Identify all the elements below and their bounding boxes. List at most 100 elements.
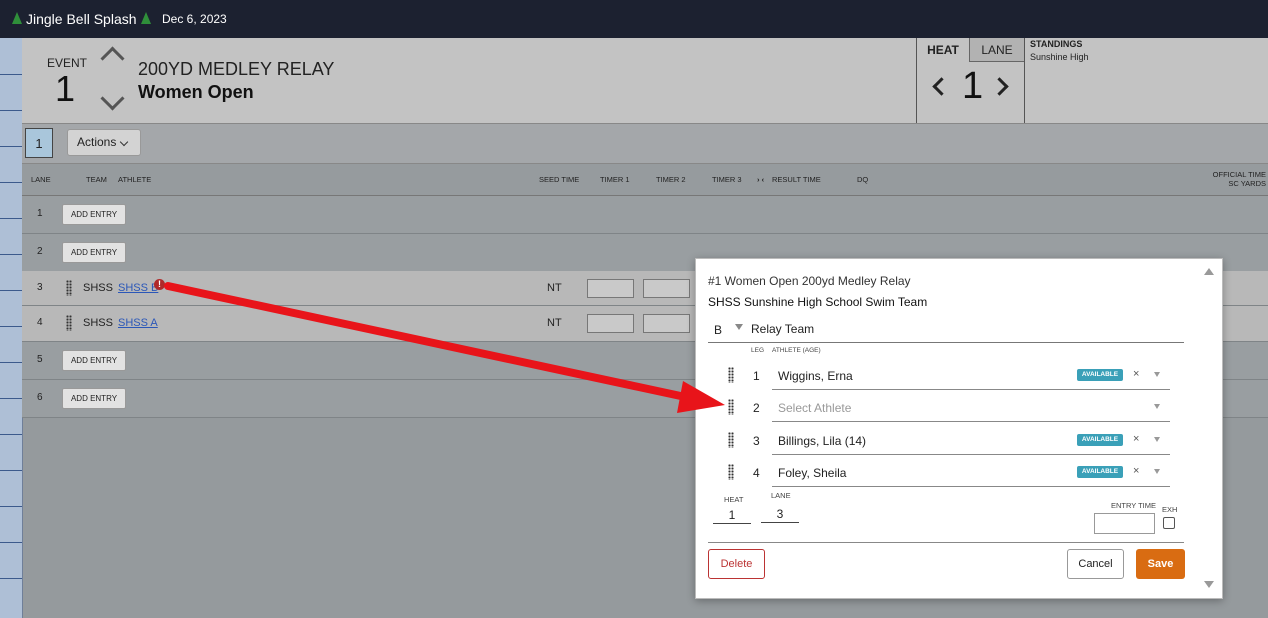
exhibition-checkbox[interactable] <box>1163 517 1175 529</box>
lane-input[interactable]: 3 <box>761 507 799 523</box>
actions-button[interactable]: Actions <box>67 129 141 156</box>
status-badge: AVAILABLE <box>1077 369 1123 381</box>
relay-link[interactable]: SHSS A <box>118 317 158 329</box>
leg-number: 3 <box>753 434 760 448</box>
dialog-title: #1 Women Open 200yd Medley Relay <box>708 274 911 288</box>
lane-row-1: 1 ADD ENTRY <box>22 196 1268 234</box>
clear-icon[interactable]: × <box>1133 465 1139 477</box>
timer1-input[interactable] <box>587 279 634 298</box>
athlete-select[interactable]: Select Athlete <box>772 393 1170 422</box>
warning-icon: ! <box>154 279 165 290</box>
relay-label: Relay Team <box>751 322 815 336</box>
heat-input[interactable]: 1 <box>713 508 751 524</box>
event-header: EVENT 1 200YD MEDLEY RELAY Women Open HE… <box>22 38 1268 124</box>
col-team: TEAM <box>86 175 107 184</box>
seed-time: NT <box>547 317 562 329</box>
event-name: 200YD MEDLEY RELAY <box>138 59 335 79</box>
timer1-input[interactable] <box>587 314 634 333</box>
drag-handle-icon[interactable] <box>728 367 734 383</box>
timer2-input[interactable] <box>643 314 690 333</box>
meet-name: Jingle Bell Splash <box>26 11 137 27</box>
drag-handle-icon[interactable] <box>728 464 734 480</box>
column-headers: LANE TEAM ATHLETE SEED TIME TIMER 1 TIME… <box>22 164 1268 196</box>
caret-down-icon[interactable] <box>1154 469 1160 474</box>
tab-heat[interactable]: HEAT <box>917 38 969 62</box>
leg-row-3: 3 Billings, Lila (14) AVAILABLE × <box>708 426 1184 458</box>
leg-row-2: 2 Select Athlete <box>708 393 1184 425</box>
standings-team: Sunshine High <box>1030 52 1089 62</box>
drag-handle-icon[interactable] <box>66 315 72 331</box>
athlete-placeholder: Select Athlete <box>778 401 852 415</box>
col-timer2: TIMER 2 <box>656 175 686 184</box>
relay-team-select[interactable]: B Relay Team <box>708 318 1184 343</box>
athlete-name: Billings, Lila (14) <box>778 434 867 448</box>
add-entry-button[interactable]: ADD ENTRY <box>62 350 126 371</box>
lane-number: 4 <box>37 317 43 328</box>
add-entry-button[interactable]: ADD ENTRY <box>62 204 126 225</box>
timer2-input[interactable] <box>643 279 690 298</box>
event-up-chevron-icon[interactable] <box>100 46 125 71</box>
heat-label: HEAT <box>724 495 744 504</box>
chevron-down-icon <box>119 137 129 147</box>
scroll-down-arrow-icon[interactable] <box>1204 581 1214 588</box>
scroll-up-arrow-icon[interactable] <box>1204 268 1214 275</box>
clear-icon[interactable]: × <box>1133 433 1139 445</box>
event-subtitle: Women Open <box>138 82 254 102</box>
event-down-chevron-icon[interactable] <box>100 86 125 111</box>
top-bar: Jingle Bell Splash Dec 6, 2023 <box>0 0 1268 38</box>
actions-label: Actions <box>77 135 117 149</box>
relay-entry-dialog: #1 Women Open 200yd Medley Relay SHSS Su… <box>695 258 1223 599</box>
cancel-button[interactable]: Cancel <box>1067 549 1124 579</box>
athlete-header: ATHLETE (AGE) <box>772 347 821 354</box>
meet-date: Dec 6, 2023 <box>162 12 227 26</box>
caret-down-icon[interactable] <box>1154 372 1160 377</box>
caret-down-icon[interactable] <box>1154 404 1160 409</box>
leg-row-4: 4 Foley, Sheila AVAILABLE × <box>708 458 1184 490</box>
tab-lane[interactable]: LANE <box>969 38 1024 62</box>
athlete-name: Wiggins, Erna <box>778 369 853 383</box>
relay-letter: B <box>714 323 723 337</box>
divider <box>708 542 1184 543</box>
relay-link[interactable]: SHSS B <box>118 282 158 294</box>
leg-number: 1 <box>753 369 760 383</box>
col-timer1: TIMER 1 <box>600 175 630 184</box>
caret-down-icon[interactable] <box>1154 437 1160 442</box>
heat-number: 1 <box>962 65 984 107</box>
col-result-time: RESULT TIME <box>772 175 821 184</box>
drag-handle-icon[interactable] <box>66 280 72 296</box>
entry-time-input[interactable] <box>1094 513 1155 534</box>
delete-button[interactable]: Delete <box>708 549 765 579</box>
col-athlete: ATHLETE <box>118 175 152 184</box>
entry-time-label: ENTRY TIME <box>1111 501 1157 510</box>
lane-number: 1 <box>37 208 43 219</box>
heat-tab-1[interactable]: 1 <box>25 128 53 158</box>
heat-toolbar: 1 Actions <box>22 124 1268 164</box>
caret-down-icon <box>735 324 743 330</box>
heat-next-chevron-icon[interactable] <box>990 77 1009 96</box>
drag-handle-icon[interactable] <box>728 432 734 448</box>
col-timer3: TIMER 3 <box>712 175 742 184</box>
leg-number: 2 <box>753 401 760 415</box>
team-code: SHSS <box>83 282 113 294</box>
leg-row-1: 1 Wiggins, Erna AVAILABLE × <box>708 361 1184 393</box>
save-button[interactable]: Save <box>1136 549 1185 579</box>
tree-icon <box>12 12 22 24</box>
col-course: SC YARDS <box>1228 179 1266 188</box>
athlete-select[interactable]: Billings, Lila (14) AVAILABLE × <box>772 426 1170 455</box>
leg-number: 4 <box>753 466 760 480</box>
clear-icon[interactable]: × <box>1133 368 1139 380</box>
heat-prev-chevron-icon[interactable] <box>932 77 951 96</box>
dialog-team: SHSS Sunshine High School Swim Team <box>708 295 928 309</box>
add-entry-button[interactable]: ADD ENTRY <box>62 242 126 263</box>
lane-number: 6 <box>37 392 43 403</box>
athlete-select[interactable]: Wiggins, Erna AVAILABLE × <box>772 361 1170 390</box>
swap-icon[interactable]: › ‹ <box>757 175 764 184</box>
athlete-select[interactable]: Foley, Sheila AVAILABLE × <box>772 458 1170 487</box>
tree-icon <box>140 12 151 24</box>
col-lane: LANE <box>31 175 51 184</box>
event-number: 1 <box>55 68 76 109</box>
add-entry-button[interactable]: ADD ENTRY <box>62 388 126 409</box>
lane-number: 5 <box>37 354 43 365</box>
lane-label: LANE <box>771 491 791 500</box>
drag-handle-icon[interactable] <box>728 399 734 415</box>
